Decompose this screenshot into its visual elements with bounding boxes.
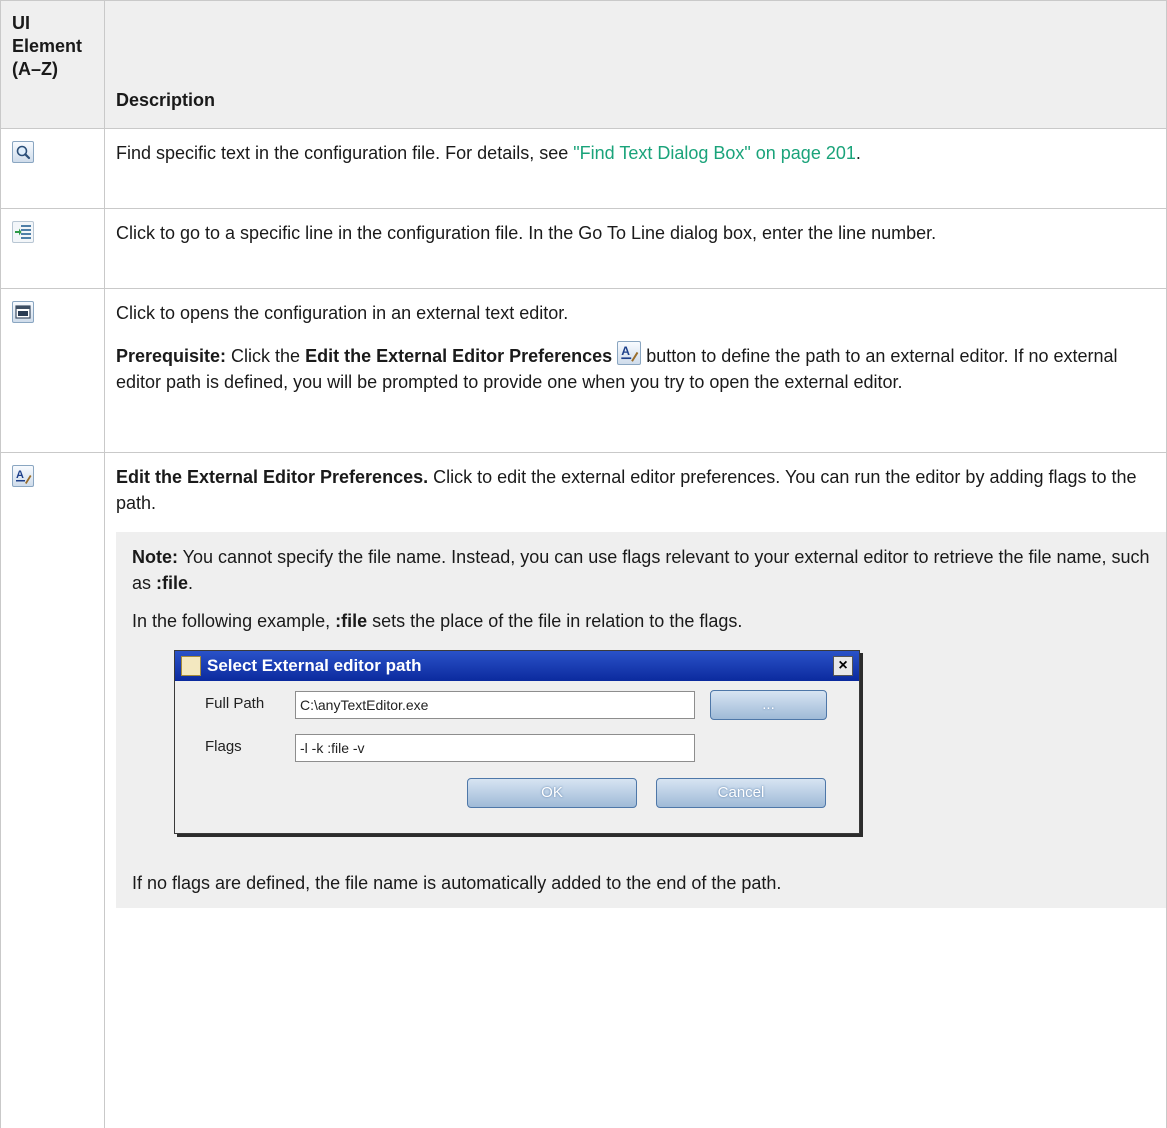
dialog-title: Select External editor path: [207, 656, 422, 675]
full-path-field[interactable]: C:\anyTextEditor.exe: [295, 691, 695, 719]
header-ui-element: UI Element (A–Z): [0, 1, 105, 128]
header-description-cell: Description: [105, 1, 1167, 128]
header-description: Description: [116, 90, 216, 110]
table-row: Find specific text in the configuration …: [0, 129, 1167, 209]
edit-preferences-icon: A: [617, 341, 642, 365]
table-row: A Edit the External Editor Preferences. …: [0, 453, 1167, 1128]
find-text-dialog-link[interactable]: "Find Text Dialog Box" on page 201: [573, 143, 856, 163]
table-row: Click to go to a specific line in the co…: [0, 209, 1167, 289]
svg-text:A: A: [16, 469, 24, 481]
select-external-editor-dialog: Select External editor path × Full Path …: [174, 650, 860, 834]
external-editor-icon[interactable]: [12, 301, 34, 323]
note-box: Note: You cannot specify the file name. …: [116, 532, 1166, 908]
close-icon[interactable]: ×: [833, 656, 853, 676]
search-icon[interactable]: [12, 141, 34, 163]
cancel-button[interactable]: Cancel: [656, 778, 826, 808]
flags-label: Flags: [205, 738, 242, 755]
browse-button[interactable]: ...: [710, 690, 827, 720]
table-row: Click to opens the configuration in an e…: [0, 289, 1167, 453]
table-header: UI Element (A–Z) Description: [0, 0, 1167, 129]
edit-preferences-icon[interactable]: A: [12, 465, 34, 487]
svg-text:A: A: [622, 344, 631, 358]
go-to-line-icon[interactable]: [12, 221, 34, 243]
full-path-label: Full Path: [205, 695, 265, 712]
ok-button[interactable]: OK: [467, 778, 637, 808]
java-app-icon: [181, 656, 201, 676]
dialog-title-bar: Select External editor path ×: [175, 651, 859, 681]
flags-field[interactable]: -l -k :file -v: [295, 734, 695, 762]
ui-elements-table: UI Element (A–Z) Description Find specif…: [0, 0, 1167, 1128]
